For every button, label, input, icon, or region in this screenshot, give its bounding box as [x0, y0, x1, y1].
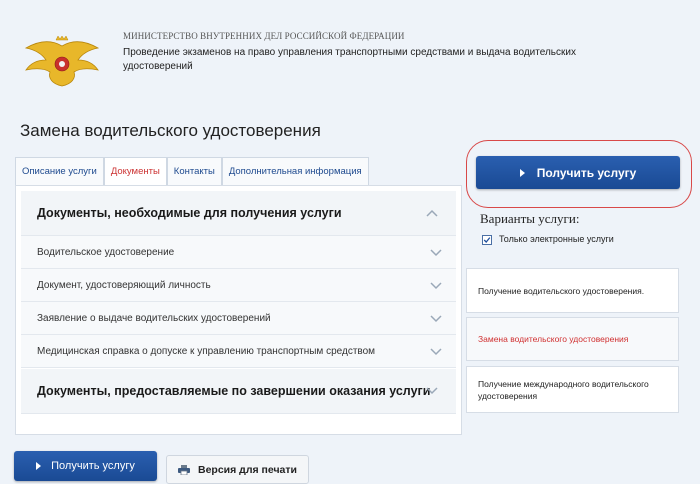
- result-documents-header[interactable]: Документы, предоставляемые по завершении…: [21, 369, 456, 414]
- print-version-button[interactable]: Версия для печати: [166, 455, 309, 484]
- variant-label: Замена водительского удостоверения: [478, 334, 629, 344]
- play-arrow-icon: [36, 462, 42, 470]
- get-service-label: Получить услугу: [536, 165, 637, 180]
- chevron-down-icon: [430, 282, 442, 290]
- result-documents-label: Документы, предоставляемые по завершении…: [37, 384, 431, 398]
- document-label: Водительское удостоверение: [37, 247, 175, 258]
- only-electronic-label: Только электронные услуги: [499, 234, 614, 244]
- header-description: Проведение экзаменов на право управления…: [123, 47, 576, 72]
- print-version-label: Версия для печати: [197, 463, 297, 476]
- document-row[interactable]: Заявление о выдаче водительских удостове…: [21, 302, 456, 335]
- tab-service-description[interactable]: Описание услуги: [15, 157, 104, 185]
- only-electronic-checkbox[interactable]: [482, 235, 492, 245]
- variant-international-license[interactable]: Получение международного водительского у…: [466, 366, 679, 413]
- header: МИНИСТЕРСТВО ВНУТРЕННИХ ДЕЛ РОССИЙСКОЙ Ф…: [0, 0, 700, 112]
- required-documents-header[interactable]: Документы, необходимые для получения усл…: [21, 191, 456, 236]
- document-label: Документ, удостоверяющий личность: [37, 280, 211, 291]
- chevron-down-icon: [430, 315, 442, 323]
- get-service-button[interactable]: Получить услугу: [476, 156, 680, 189]
- variant-get-license[interactable]: Получение водительского удостоверения.: [466, 268, 679, 313]
- required-documents-label: Документы, необходимые для получения усл…: [37, 206, 342, 220]
- tab-additional-info[interactable]: Дополнительная информация: [221, 157, 369, 185]
- variant-label: Получение водительского удостоверения.: [478, 285, 645, 296]
- variant-label: Получение международного водительского у…: [478, 378, 649, 401]
- document-row[interactable]: Водительское удостоверение: [21, 236, 456, 269]
- double-headed-eagle-emblem-icon: [24, 36, 100, 87]
- ministry-name: МИНИСТЕРСТВО ВНУТРЕННИХ ДЕЛ РОССИЙСКОЙ Ф…: [123, 31, 405, 41]
- page-title: Замена водительского удостоверения: [20, 121, 321, 140]
- chevron-down-icon: [430, 249, 442, 257]
- tab-contacts[interactable]: Контакты: [166, 157, 222, 185]
- chevron-down-icon: [430, 348, 442, 356]
- tab-documents[interactable]: Документы: [103, 157, 167, 187]
- variant-replace-license[interactable]: Замена водительского удостоверения: [466, 317, 679, 361]
- document-label: Медицинская справка о допуске к управлен…: [37, 346, 376, 357]
- document-label: Заявление о выдаче водительских удостове…: [37, 313, 271, 324]
- chevron-up-icon: [426, 209, 438, 217]
- tab-bar: Описание услуги Документы Контакты Допол…: [15, 157, 369, 187]
- checkmark-icon: [483, 237, 491, 243]
- document-row[interactable]: Медицинская справка о допуске к управлен…: [21, 335, 456, 368]
- play-arrow-icon: [519, 168, 525, 177]
- chevron-down-icon: [426, 387, 438, 395]
- printer-icon: [177, 464, 190, 475]
- document-row[interactable]: Документ, удостоверяющий личность: [21, 269, 456, 302]
- get-service-button-bottom[interactable]: Получить услугу: [14, 451, 157, 481]
- documents-panel: Документы, необходимые для получения усл…: [15, 185, 462, 435]
- get-service-label: Получить услугу: [51, 460, 135, 472]
- variants-title: Варианты услуги:: [480, 211, 580, 226]
